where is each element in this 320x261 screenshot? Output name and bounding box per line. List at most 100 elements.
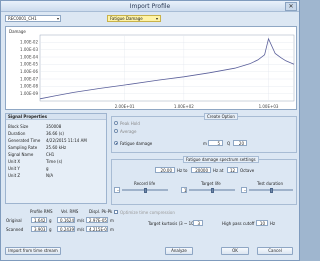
high-pass-label: High pass cutoff bbox=[222, 221, 255, 226]
scanned-vel-unit: m/s bbox=[77, 227, 85, 232]
title-bar: Import Profile ✕ bbox=[1, 1, 299, 12]
m-input[interactable]: 5 bbox=[208, 140, 223, 146]
cancel-button[interactable]: Cancel bbox=[257, 247, 293, 255]
chevron-down-icon[interactable]: ▾ bbox=[56, 16, 60, 21]
freq-from-input[interactable]: 20.00 bbox=[155, 167, 175, 173]
damage-chart-svg: 1.00E-02 1.00E-03 1.00E-04 1.00E-05 1.00E-06… bbox=[9, 29, 295, 109]
x-tick-label: 1.00E+02 bbox=[174, 104, 194, 109]
stat-col-displ: Displ. Pk-Pk bbox=[89, 209, 113, 214]
test-duration-slider-thumb[interactable] bbox=[269, 188, 273, 193]
y-tick-label: 1.00E-09 bbox=[20, 91, 38, 96]
original-row-label: Original bbox=[6, 218, 22, 223]
optimize-compression-checkbox[interactable] bbox=[114, 210, 118, 214]
import-profile-window: Import Profile ✕ REC0001_CH1 ▾ Fatigue D… bbox=[0, 0, 300, 261]
mode-label: Fatigue Damage bbox=[110, 16, 143, 21]
property-value: CH1 bbox=[46, 152, 55, 157]
octave-label: Octave bbox=[240, 168, 255, 173]
original-profile-rms: 1.642 bbox=[31, 217, 47, 223]
analyze-button[interactable]: Analyze bbox=[165, 247, 193, 255]
property-label: Unit X bbox=[8, 159, 21, 164]
property-value: 25.60 kHz bbox=[46, 145, 67, 150]
window-title: Import Profile bbox=[129, 3, 171, 10]
signal-properties-header: Signal Properties bbox=[6, 114, 106, 120]
property-label: Signal Name bbox=[8, 152, 34, 157]
target-kurtosis-input[interactable]: 3 bbox=[193, 220, 203, 226]
property-value: N/A bbox=[46, 173, 54, 178]
fatigue-damage-radio[interactable] bbox=[114, 141, 118, 145]
original-vel-unit: m/s bbox=[77, 218, 85, 223]
peak-hold-radio[interactable] bbox=[114, 121, 118, 125]
original-vel-rms: 0.1624 bbox=[57, 217, 75, 223]
chevron-down-icon[interactable]: ▾ bbox=[155, 16, 159, 21]
octave-input[interactable]: 12 bbox=[227, 167, 238, 173]
file-select[interactable]: REC0001_CH1 bbox=[5, 15, 61, 22]
scanned-row-label: Scanned bbox=[6, 227, 24, 232]
peak-hold-label: Peak Hold bbox=[120, 121, 140, 126]
scanned-profile-rms: 3.903 bbox=[31, 226, 47, 232]
y-tick-label: 1.00E-06 bbox=[20, 69, 38, 74]
optimize-compression-label: Optimize time compression bbox=[120, 210, 175, 215]
scanned-displ-unit: m bbox=[110, 227, 114, 232]
ok-button[interactable]: OK bbox=[221, 247, 249, 255]
property-label: Duration bbox=[8, 131, 26, 136]
average-radio[interactable] bbox=[114, 129, 118, 133]
import-from-time-stream-button[interactable]: Import from time stream bbox=[5, 247, 61, 255]
damage-chart: 1.00E-02 1.00E-03 1.00E-04 1.00E-05 1.00E-06… bbox=[5, 26, 297, 110]
scanned-vel-rms: 0.2439 bbox=[57, 226, 75, 232]
chart-title: Damage bbox=[9, 29, 26, 34]
property-value: Time (s) bbox=[46, 159, 63, 164]
y-tick-label: 1.00E-03 bbox=[20, 47, 38, 52]
y-tick-label: 1.00E-04 bbox=[20, 54, 38, 59]
plot-area bbox=[39, 34, 295, 102]
signal-properties-panel: Signal Properties Block Size 350008 Durati… bbox=[5, 113, 107, 204]
high-pass-input[interactable]: 10 bbox=[256, 220, 268, 226]
mode-dropdown[interactable]: Fatigue Damage bbox=[107, 15, 161, 22]
property-value: 36.66 (s) bbox=[46, 131, 64, 136]
target-kurtosis-label: Target kurtosis (3 ~ 10) bbox=[148, 221, 196, 226]
stat-col-profile-rms: Profile RMS bbox=[30, 209, 53, 214]
property-value: g bbox=[46, 166, 49, 171]
average-label: Average bbox=[120, 129, 137, 134]
record-life-slider[interactable] bbox=[122, 188, 168, 193]
m-label: m bbox=[203, 141, 207, 146]
property-label: Unit Y bbox=[8, 166, 20, 171]
record-life-label: Record life bbox=[134, 181, 156, 186]
q-input[interactable]: 20 bbox=[233, 140, 247, 146]
x-tick-label: 1.00E+03 bbox=[259, 104, 279, 109]
target-life-input[interactable]: 1 bbox=[181, 187, 187, 193]
create-option-header: Create Option bbox=[204, 113, 238, 120]
scanned-displ: 4.215E-05 bbox=[86, 226, 108, 232]
test-duration-slider[interactable] bbox=[249, 188, 293, 193]
property-label: Generated Time bbox=[8, 138, 41, 143]
x-tick-label: 2.00E+01 bbox=[115, 104, 135, 109]
test-duration-input[interactable]: – bbox=[241, 187, 247, 193]
property-value: 350008 bbox=[46, 124, 62, 129]
target-life-slider-thumb[interactable] bbox=[210, 188, 214, 193]
q-label: Q bbox=[227, 141, 231, 146]
y-tick-label: 1.00E-05 bbox=[20, 62, 38, 67]
property-label: Block Size bbox=[8, 124, 29, 129]
test-duration-label: Test duration bbox=[257, 181, 283, 186]
property-label: Sampling Rate bbox=[8, 145, 38, 150]
close-button[interactable]: ✕ bbox=[285, 2, 297, 11]
y-tick-label: 1.00E-02 bbox=[20, 40, 38, 45]
original-displ: 2.97E-05 bbox=[86, 217, 108, 223]
record-life-slider-thumb[interactable] bbox=[143, 188, 147, 193]
spectrum-settings-header: Fatigue damage spectrum settings bbox=[183, 156, 259, 163]
original-profile-unit: g bbox=[49, 218, 52, 223]
stat-col-vel-rms: Vel. RMS bbox=[61, 209, 79, 214]
y-tick-label: 1.00E-08 bbox=[20, 84, 38, 89]
hz-to-label: Hz to bbox=[177, 168, 188, 173]
target-life-label: Target life bbox=[201, 181, 221, 186]
hz-at-label: Hz at bbox=[213, 168, 224, 173]
fatigue-damage-label: Fatigue damage bbox=[120, 141, 153, 146]
freq-to-input[interactable]: 20000 bbox=[191, 167, 211, 173]
target-life-slider[interactable] bbox=[189, 188, 235, 193]
property-value: 4/22/2015 11:14 AM bbox=[46, 138, 87, 143]
high-pass-unit: Hz bbox=[270, 221, 276, 226]
y-tick-label: 1.00E-07 bbox=[20, 76, 38, 81]
record-life-input[interactable]: – bbox=[114, 187, 120, 193]
file-select-value: REC0001_CH1 bbox=[8, 16, 37, 21]
original-displ-unit: m bbox=[110, 218, 114, 223]
property-label: Unit Z bbox=[8, 173, 21, 178]
